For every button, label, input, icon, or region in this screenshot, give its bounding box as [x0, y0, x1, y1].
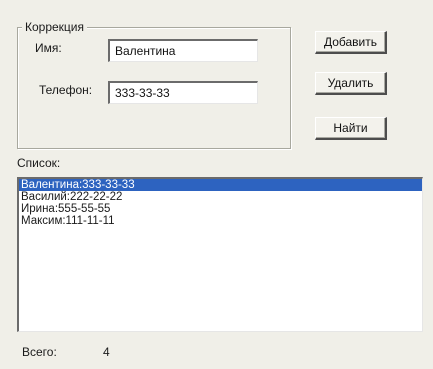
find-button[interactable]: Найти — [315, 117, 387, 140]
list-item[interactable]: Василий:222-22-22 — [19, 191, 422, 203]
list-item[interactable]: Валентина:333-33-33 — [19, 179, 422, 191]
add-button[interactable]: Добавить — [315, 31, 387, 54]
total-label: Всего: — [22, 345, 57, 359]
phone-label: Телефон: — [39, 83, 93, 97]
list-item[interactable]: Ирина:555-55-55 — [19, 203, 422, 215]
total-count: 4 — [103, 345, 110, 359]
name-label: Имя: — [35, 41, 62, 55]
name-input[interactable] — [108, 39, 258, 62]
list-item[interactable]: Максим:111-11-11 — [19, 215, 422, 227]
phone-input[interactable] — [108, 81, 258, 104]
list-label: Список: — [17, 156, 61, 170]
correction-group-title: Коррекция — [22, 20, 88, 34]
delete-button[interactable]: Удалить — [315, 72, 387, 95]
contacts-listbox[interactable]: Валентина:333-33-33 Василий:222-22-22 Ир… — [17, 177, 423, 332]
